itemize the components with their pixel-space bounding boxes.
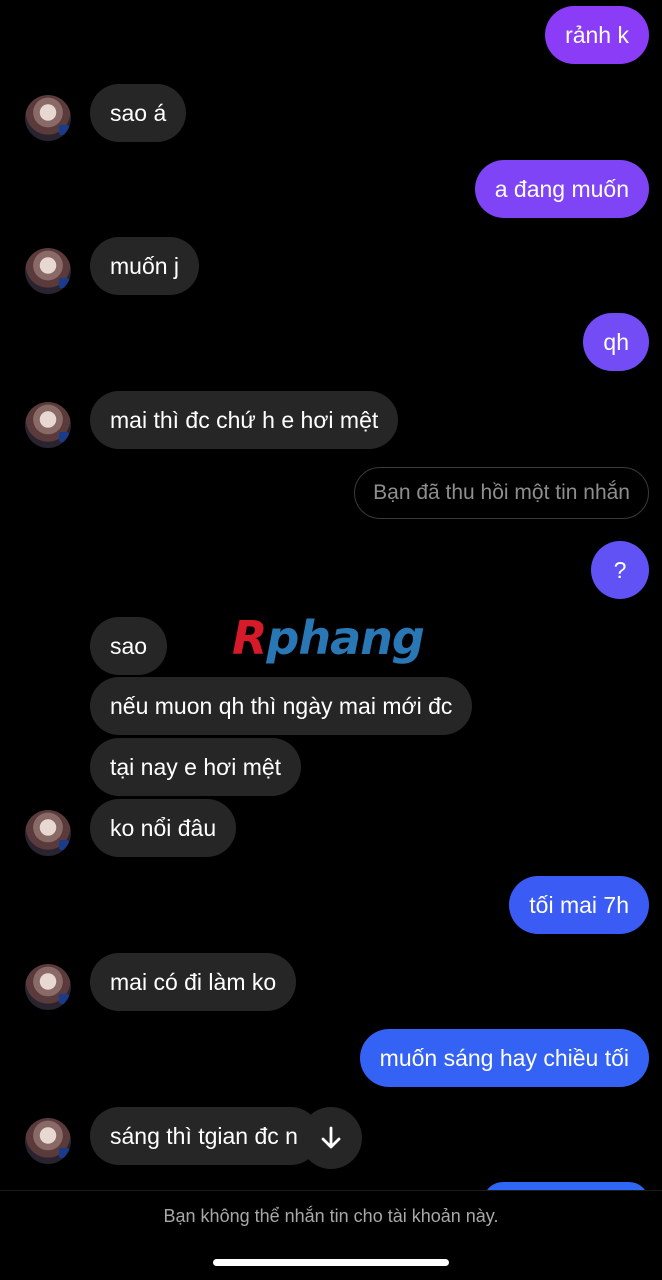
avatar[interactable] (25, 248, 71, 294)
message-bubble-outgoing[interactable]: tối mai 7h (509, 876, 649, 934)
avatar[interactable] (25, 1118, 71, 1164)
message-bubble-outgoing[interactable]: qh (583, 313, 649, 371)
home-indicator[interactable] (213, 1259, 449, 1266)
watermark-part-2: phang (266, 611, 424, 665)
watermark-part-1: R (232, 611, 267, 665)
message-bubble-incoming[interactable]: sáng thì tgian đc n (90, 1107, 320, 1165)
message-bubble-outgoing[interactable]: muốn sáng hay chiều tối (359, 1029, 649, 1087)
avatar[interactable] (25, 810, 71, 856)
message-bubble-incoming[interactable]: sao á (90, 84, 187, 142)
avatar[interactable] (25, 964, 71, 1010)
avatar[interactable] (25, 95, 71, 141)
message-bubble-incoming[interactable]: muốn j (90, 237, 200, 295)
message-bubble-incoming[interactable]: mai thì đc chứ h e hơi mệt (90, 391, 399, 449)
watermark-logo: Rphang (232, 608, 425, 668)
cannot-message-notice: Bạn không thể nhắn tin cho tài khoản này… (163, 1206, 499, 1226)
recalled-message-notice: Bạn đã thu hồi một tin nhắn (354, 467, 649, 519)
scroll-to-bottom-button[interactable] (300, 1107, 362, 1169)
message-bubble-incoming[interactable]: ko nổi đâu (90, 799, 237, 857)
message-bubble-incoming[interactable]: sao (90, 617, 168, 675)
message-bubble-incoming[interactable]: mai có đi làm ko (90, 953, 297, 1011)
message-bubble-outgoing[interactable]: a đang muốn (474, 160, 649, 218)
arrow-down-icon (321, 1126, 341, 1149)
message-bubble-outgoing[interactable]: rảnh k (545, 6, 649, 64)
message-bubble-outgoing[interactable]: ? (591, 541, 649, 599)
message-bubble-incoming[interactable]: tại nay e hơi mệt (90, 738, 302, 796)
avatar[interactable] (25, 402, 71, 448)
message-bubble-incoming[interactable]: nếu muon qh thì ngày mai mới đc (90, 677, 473, 735)
divider (0, 1190, 662, 1191)
